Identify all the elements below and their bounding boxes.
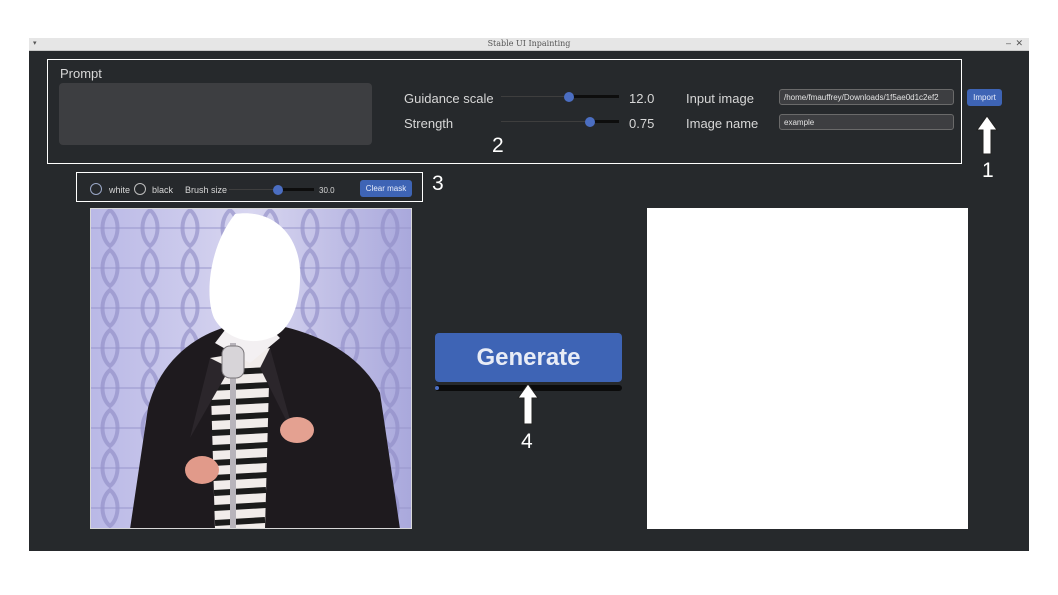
progress-fill	[435, 386, 439, 390]
annotation-number-3: 3	[432, 172, 444, 195]
input-image-canvas[interactable]	[90, 208, 412, 529]
slider-track-filled	[229, 189, 278, 190]
annotation-number-4: 4	[521, 430, 533, 453]
output-image	[647, 208, 968, 529]
brush-size-value: 30.0	[319, 186, 335, 195]
generate-button[interactable]: Generate	[435, 333, 622, 382]
clear-mask-button[interactable]: Clear mask	[360, 180, 412, 197]
annotation-number-1: 1	[982, 159, 994, 182]
brush-size-slider[interactable]	[229, 184, 314, 196]
annotation-arrow-up-icon	[517, 383, 539, 425]
minimize-icon[interactable]: –	[1006, 37, 1011, 49]
black-radio[interactable]	[134, 183, 146, 195]
close-icon[interactable]: ✕	[1015, 38, 1023, 49]
import-button[interactable]: Import	[967, 89, 1002, 106]
white-radio-label: white	[109, 185, 131, 195]
white-radio[interactable]	[90, 183, 102, 195]
title-bar: ▾ Stable UI Inpainting – ✕	[29, 38, 1029, 51]
slider-handle[interactable]	[273, 185, 283, 195]
window-title: Stable UI Inpainting	[487, 39, 571, 48]
annotation-number-2: 2	[492, 134, 504, 157]
annotation-arrow-up-icon	[976, 115, 998, 155]
brush-size-label: Brush size	[185, 185, 228, 195]
input-photo	[90, 208, 412, 529]
black-radio-label: black	[152, 185, 174, 195]
annotation-box-settings	[47, 59, 962, 164]
slider-track	[278, 188, 314, 191]
